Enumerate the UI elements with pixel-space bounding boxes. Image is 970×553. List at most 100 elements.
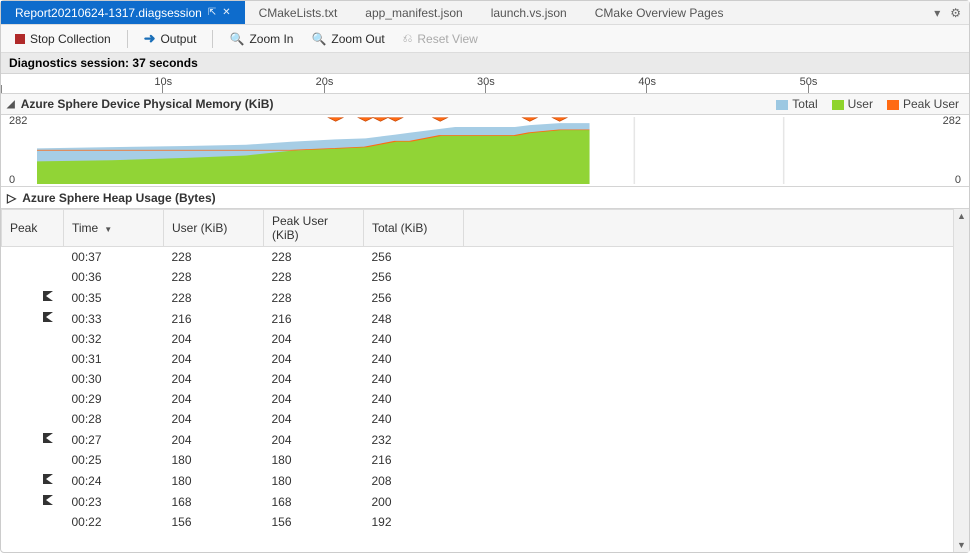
tab-bar-right: ▾ ⚙ [926, 1, 969, 24]
stop-icon [15, 34, 25, 44]
table-row[interactable]: 00:36228228256 [2, 267, 969, 287]
cell-total: 256 [364, 287, 464, 308]
tick-label: 20s [316, 76, 334, 88]
table-row[interactable]: 00:31204204240 [2, 349, 969, 369]
cell-peak-user: 180 [264, 470, 364, 491]
tab-cmake-overview[interactable]: CMake Overview Pages [581, 1, 738, 24]
cell-peak-user: 216 [264, 308, 364, 329]
cell-time: 00:23 [64, 491, 164, 512]
cell-time: 00:30 [64, 369, 164, 389]
cell-peak-user: 228 [264, 287, 364, 308]
flag-icon [42, 290, 54, 302]
stop-collection-button[interactable]: Stop Collection [9, 29, 117, 49]
legend-swatch-peak [887, 100, 899, 110]
chart-heap-usage-collapsed[interactable]: ▷ Azure Sphere Heap Usage (Bytes) [1, 187, 969, 209]
cell-peak [2, 287, 64, 308]
cell-time: 00:28 [64, 409, 164, 429]
zoom-in-button[interactable]: 🔍 Zoom In [223, 29, 299, 49]
cell-user: 204 [164, 349, 264, 369]
cell-time: 00:36 [64, 267, 164, 287]
session-label: Diagnostics session: [9, 56, 129, 70]
tab-label: CMake Overview Pages [595, 6, 724, 20]
cell-peak-user: 204 [264, 329, 364, 349]
legend-total: Total [792, 97, 817, 111]
table-row[interactable]: 00:22156156192 [2, 512, 969, 532]
close-icon[interactable]: ✕ [222, 7, 230, 18]
cell-total: 208 [364, 470, 464, 491]
timeline-ruler[interactable]: 10s 20s 30s 40s 50s [1, 74, 969, 94]
caret-right-icon: ▷ [7, 191, 16, 205]
col-time[interactable]: Time▼ [64, 210, 164, 247]
cell-user: 204 [164, 429, 264, 450]
zoom-in-icon: 🔍 [229, 32, 244, 46]
tick-label: 50s [800, 76, 818, 88]
col-peak-user[interactable]: Peak User (KiB) [264, 210, 364, 247]
tab-label: Report20210624-1317.diagsession [15, 6, 202, 20]
cell-peak-user: 204 [264, 409, 364, 429]
table-row[interactable]: 00:29204204240 [2, 389, 969, 409]
chart-title-text: Azure Sphere Device Physical Memory (KiB… [21, 97, 274, 111]
table-row[interactable]: 00:32204204240 [2, 329, 969, 349]
scrollbar[interactable]: ▲ ▼ [953, 209, 969, 552]
table-row[interactable]: 00:23168168200 [2, 491, 969, 512]
col-peak[interactable]: Peak [2, 210, 64, 247]
cell-peak [2, 308, 64, 329]
scroll-down-icon[interactable]: ▼ [954, 540, 969, 550]
reset-view-button[interactable]: ⎌ Reset View [397, 28, 484, 49]
y-min-right: 0 [955, 174, 961, 186]
chart-header[interactable]: ◢ Azure Sphere Device Physical Memory (K… [1, 94, 969, 115]
cell-user: 168 [164, 491, 264, 512]
data-table: Peak Time▼ User (KiB) Peak User (KiB) To… [1, 209, 969, 532]
tab-label: app_manifest.json [365, 6, 462, 20]
cell-user: 228 [164, 267, 264, 287]
overflow-icon[interactable]: ▾ [934, 6, 940, 20]
chart-area[interactable]: 282 0 282 0 [1, 115, 969, 187]
table-row[interactable]: 00:37228228256 [2, 247, 969, 268]
legend-swatch-total [776, 100, 788, 110]
cell-total: 192 [364, 512, 464, 532]
cell-peak-user: 204 [264, 349, 364, 369]
cell-peak [2, 429, 64, 450]
table-row[interactable]: 00:24180180208 [2, 470, 969, 491]
flag-icon [42, 311, 54, 323]
zoom-out-button[interactable]: 🔍 Zoom Out [305, 29, 390, 49]
cell-time: 00:37 [64, 247, 164, 268]
chart-legend: Total User Peak User [776, 97, 959, 111]
cell-user: 228 [164, 287, 264, 308]
tab-report[interactable]: Report20210624-1317.diagsession ⇱ ✕ [1, 1, 245, 24]
cell-user: 180 [164, 450, 264, 470]
flag-icon [42, 432, 54, 444]
output-button[interactable]: ➜ Output [138, 27, 203, 50]
table-row[interactable]: 00:30204204240 [2, 369, 969, 389]
cell-time: 00:27 [64, 429, 164, 450]
table-row[interactable]: 00:27204204232 [2, 429, 969, 450]
cell-peak-user: 204 [264, 429, 364, 450]
cell-peak [2, 329, 64, 349]
pin-icon[interactable]: ⇱ [208, 7, 216, 18]
cell-total: 240 [364, 369, 464, 389]
cell-peak [2, 389, 64, 409]
table-row[interactable]: 00:28204204240 [2, 409, 969, 429]
cell-peak [2, 349, 64, 369]
cell-total: 240 [364, 389, 464, 409]
table-row[interactable]: 00:35228228256 [2, 287, 969, 308]
cell-peak [2, 470, 64, 491]
output-icon: ➜ [144, 30, 156, 47]
settings-icon[interactable]: ⚙ [950, 6, 961, 20]
cell-total: 248 [364, 308, 464, 329]
tab-app-manifest[interactable]: app_manifest.json [351, 1, 476, 24]
cell-total: 240 [364, 409, 464, 429]
tab-cmakelists[interactable]: CMakeLists.txt [245, 1, 352, 24]
cell-total: 256 [364, 267, 464, 287]
output-label: Output [160, 32, 196, 46]
zoom-in-label: Zoom In [249, 32, 293, 46]
tab-launch-json[interactable]: launch.vs.json [477, 1, 581, 24]
cell-time: 00:35 [64, 287, 164, 308]
scroll-up-icon[interactable]: ▲ [954, 211, 969, 221]
col-total[interactable]: Total (KiB) [364, 210, 464, 247]
col-user[interactable]: User (KiB) [164, 210, 264, 247]
toolbar: Stop Collection ➜ Output 🔍 Zoom In 🔍 Zoo… [1, 25, 969, 53]
caret-down-icon: ◢ [7, 99, 15, 110]
table-row[interactable]: 00:33216216248 [2, 308, 969, 329]
table-row[interactable]: 00:25180180216 [2, 450, 969, 470]
